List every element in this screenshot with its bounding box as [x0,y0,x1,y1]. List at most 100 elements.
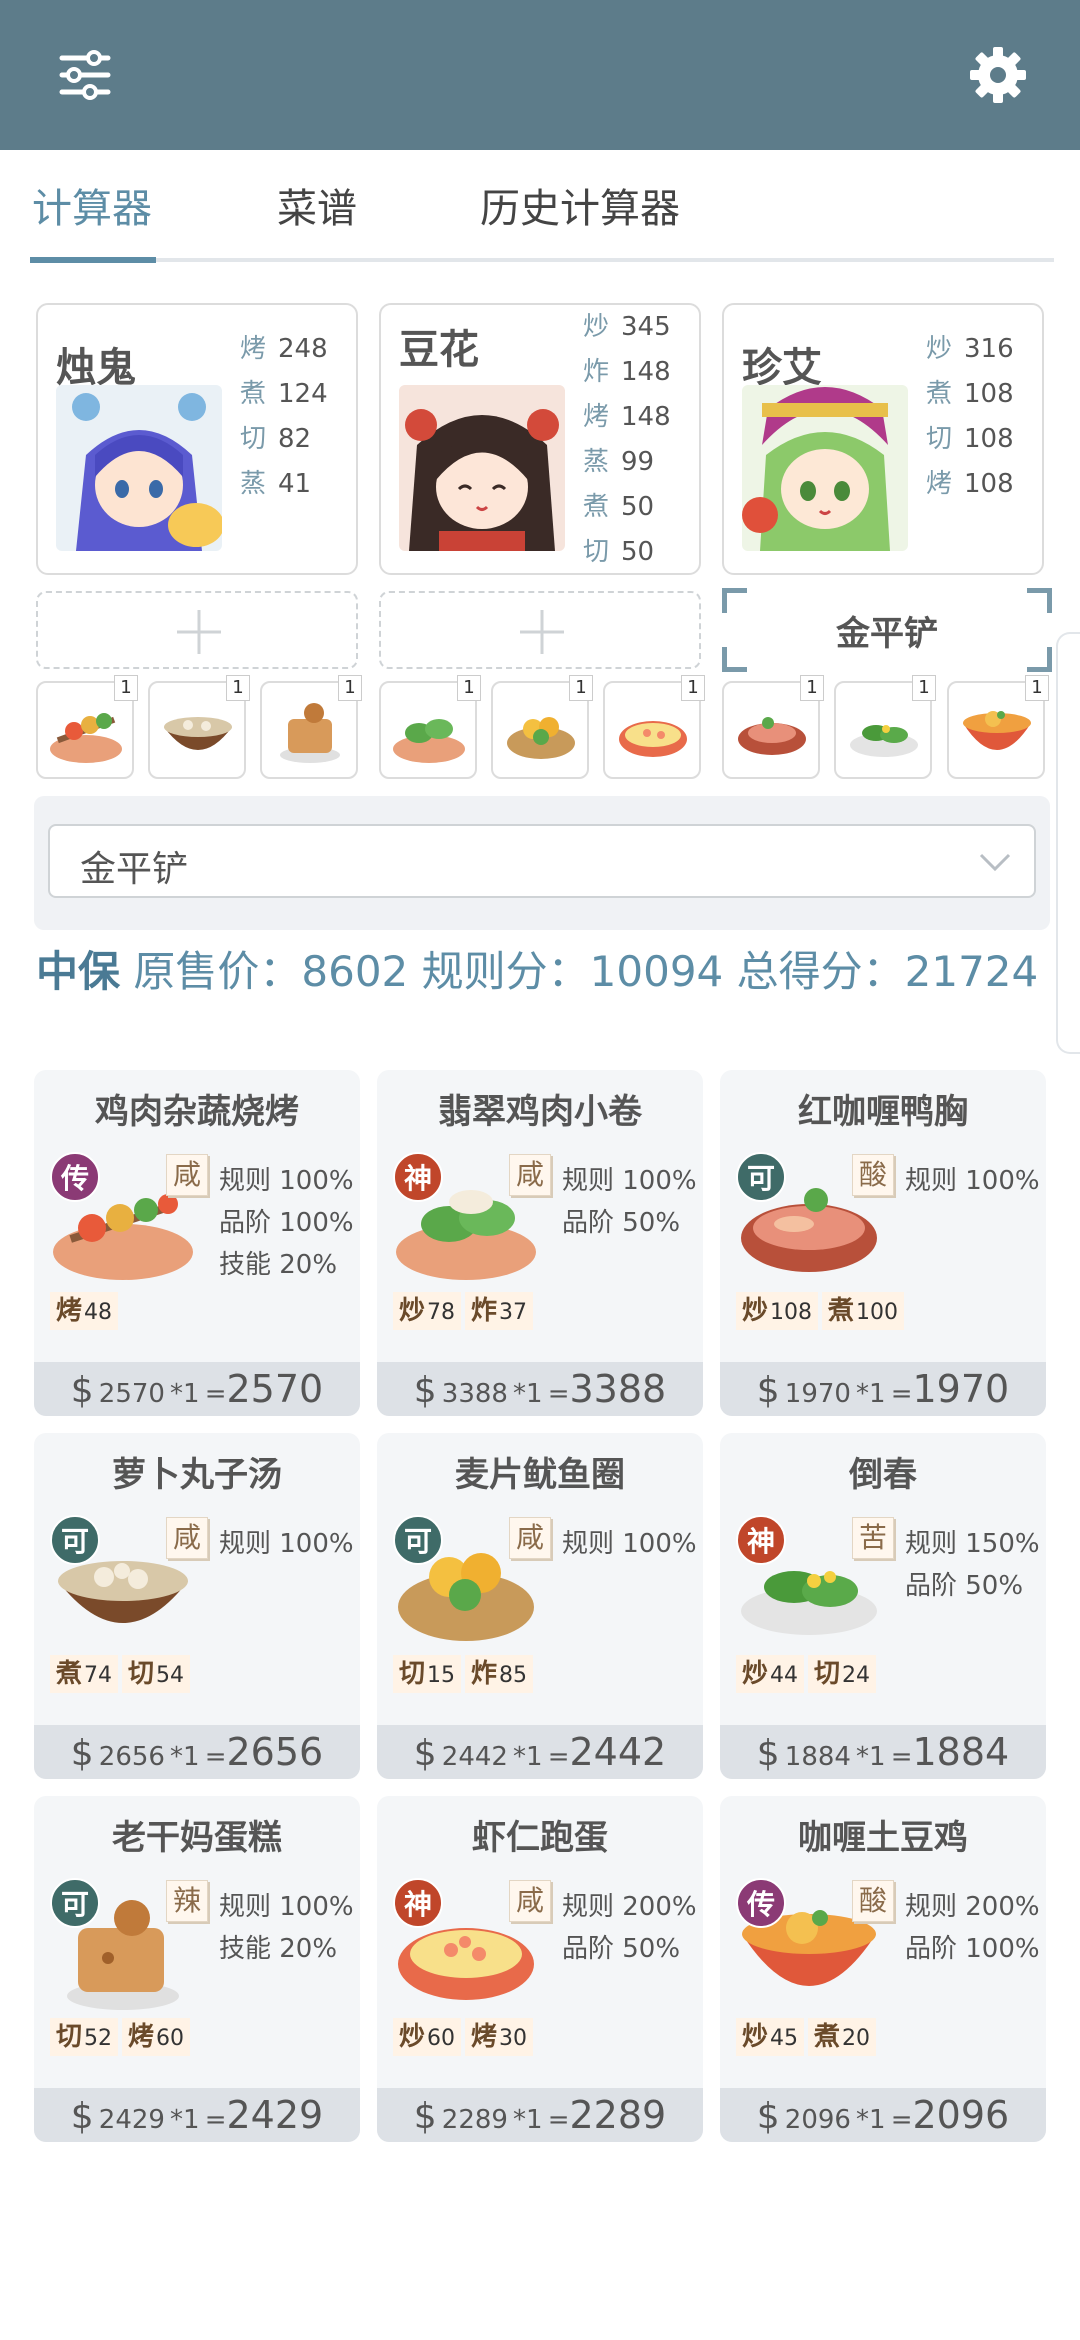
skill-value: 82 [278,424,312,454]
currency-symbol: $ [756,2096,780,2137]
recipe-card[interactable]: 红咖喱鸭胸 可 酸 规则 100% 炒108 煮100 $ 1970 *1 =19… [720,1070,1046,1416]
recipe-bonuses: 规则 100% 品阶 50% [562,1160,697,1244]
chef-card[interactable]: 豆花 炒 345 炸 148 烤 148 蒸 99 煮 50 切 50 [379,303,701,575]
sliders-icon[interactable] [50,40,120,110]
requirement-skill: 煮 [828,1296,855,1326]
requirement-skill: 烤 [56,1296,83,1326]
recipe-total: 2656 [226,1730,324,1774]
tab-recipes[interactable]: 菜谱 [277,176,357,234]
chef-skill: 煮 124 [240,372,328,417]
recipe-bonuses: 规则 100% 品阶 100% 技能 20% [219,1160,354,1286]
recipe-price-bar: $ 1970 *1 =1970 [720,1362,1046,1416]
quantity-multiplier: *1 [856,2105,886,2135]
recipe-bonuses: 规则 100% [905,1160,1040,1202]
chef-skill: 炒 345 [583,305,671,350]
equipment-select[interactable]: 金平铲 [48,824,1036,898]
select-value: 金平铲 [80,849,189,890]
recipe-name: 萝卜丸子汤 [112,1455,282,1495]
unit-price: 1970 [784,1379,851,1409]
dish-slot[interactable]: 1 [379,675,481,779]
unit-price: 1884 [784,1742,851,1772]
skill-requirement: 炒60 [393,2018,462,2056]
dish-slot[interactable]: 1 [36,675,138,779]
equals-sign: = [890,2105,913,2135]
requirement-value: 24 [842,1663,871,1688]
skill-type: 切 [926,424,953,454]
dish-slot[interactable]: 1 [148,675,250,779]
recipe-bonuses: 规则 100% [219,1523,354,1565]
recipe-card[interactable]: 倒春 神 苦 规则 150% 品阶 50% 炒44 切24 $ 1884 *1 =1… [720,1433,1046,1779]
flavor-badge: 咸 [509,1154,551,1196]
skill-type: 蒸 [583,447,610,477]
tab-bar: 计算器 菜谱 历史计算器 [30,150,1054,262]
unit-price: 2570 [98,1379,165,1409]
dish-slot[interactable]: 1 [603,675,705,779]
currency-symbol: $ [756,1370,780,1411]
dish-slot[interactable]: 1 [722,675,824,779]
equals-sign: = [204,1742,227,1772]
equals-sign: = [204,2105,227,2135]
requirement-value: 45 [770,2026,799,2051]
recipe-card[interactable]: 老干妈蛋糕 可 辣 规则 100% 技能 20% 切52 烤60 $ 2429 *1… [34,1796,360,2142]
recipe-requirements: 炒78 炸37 [393,1292,537,1332]
requirement-value: 30 [499,2026,528,2051]
recipe-bonus: 规则 100% [562,1529,697,1559]
chef-card[interactable]: 烛鬼 烤 248 煮 124 切 82 蒸 41 [36,303,358,575]
recipe-name: 虾仁跑蛋 [472,1818,608,1858]
gear-icon[interactable] [963,40,1033,110]
dish-slot[interactable]: 1 [834,675,936,779]
recipe-card[interactable]: 咖喱土豆鸡 传 酸 规则 200% 品阶 100% 炒45 煮20 $ 2096 *… [720,1796,1046,2142]
tab-calculator[interactable]: 计算器 [32,176,152,234]
chef-skill: 烤 108 [926,462,1014,507]
chef-skill: 煮 50 [583,485,671,530]
skill-value: 99 [621,447,655,477]
cake-dish-icon [280,703,340,763]
recipe-bonus: 品阶 100% [219,1208,354,1238]
equals-sign: = [890,1379,913,1409]
unit-price: 2289 [441,2105,508,2135]
recipe-name: 老干妈蛋糕 [112,1818,282,1858]
recipe-card[interactable]: 麦片鱿鱼圈 可 咸 规则 100% 切15 炸85 $ 2442 *1 =2442 [377,1433,703,1779]
side-drawer-handle[interactable] [1056,632,1080,1054]
currency-symbol: $ [756,1733,780,1774]
base-price-label: 原售价： [133,947,302,996]
equipment-slot-selected[interactable]: 金平铲 [722,588,1052,672]
recipe-bonus: 技能 20% [219,1250,338,1280]
requirement-value: 44 [770,1663,799,1688]
dish-slot[interactable]: 1 [491,675,593,779]
rarity-badge: 神 [393,1878,443,1928]
skill-requirement: 炸85 [465,1655,534,1693]
recipe-card[interactable]: 鸡肉杂蔬烧烤 传 咸 规则 100% 品阶 100% 技能 20% 烤48 $ 25… [34,1070,360,1416]
requirement-skill: 炒 [742,1296,769,1326]
requirement-skill: 烤 [471,2022,498,2052]
recipe-requirements: 切52 烤60 [50,2018,194,2058]
requirement-skill: 炒 [742,1659,769,1689]
total-score-value: 21724 [904,947,1039,996]
equipment-slot-empty[interactable] [379,591,701,669]
recipe-card[interactable]: 翡翠鸡肉小卷 神 咸 规则 100% 品阶 50% 炒78 炸37 $ 3388 *… [377,1070,703,1416]
equals-sign: = [547,1379,570,1409]
quantity-multiplier: *1 [170,2105,200,2135]
tab-history-calculator[interactable]: 历史计算器 [480,176,680,234]
recipe-bonuses: 规则 150% 品阶 50% [905,1523,1040,1607]
recipe-total: 2289 [569,2093,667,2137]
recipe-bonus: 规则 100% [219,1892,354,1922]
equals-sign: = [204,1379,227,1409]
recipe-card[interactable]: 虾仁跑蛋 神 咸 规则 200% 品阶 50% 炒60 烤30 $ 2289 *1 … [377,1796,703,2142]
skill-requirement: 切52 [50,2018,119,2056]
chef-portrait [399,385,565,551]
skill-type: 切 [240,424,267,454]
equals-sign: = [547,1742,570,1772]
equals-sign: = [890,1742,913,1772]
dish-slot[interactable]: 1 [260,675,362,779]
recipe-requirements: 切15 炸85 [393,1655,537,1695]
equipment-slot-empty[interactable] [36,591,358,669]
chef-card[interactable]: 珍艾 炒 316 煮 108 切 108 烤 108 [722,303,1044,575]
recipe-total: 2442 [569,1730,667,1774]
flavor-badge: 辣 [166,1880,208,1922]
chef-skill: 炒 316 [926,327,1014,372]
skill-requirement: 烤30 [465,2018,534,2056]
recipe-card[interactable]: 萝卜丸子汤 可 咸 规则 100% 煮74 切54 $ 2656 *1 =2656 [34,1433,360,1779]
recipe-total: 2096 [912,2093,1010,2137]
dish-slot[interactable]: 1 [947,675,1049,779]
